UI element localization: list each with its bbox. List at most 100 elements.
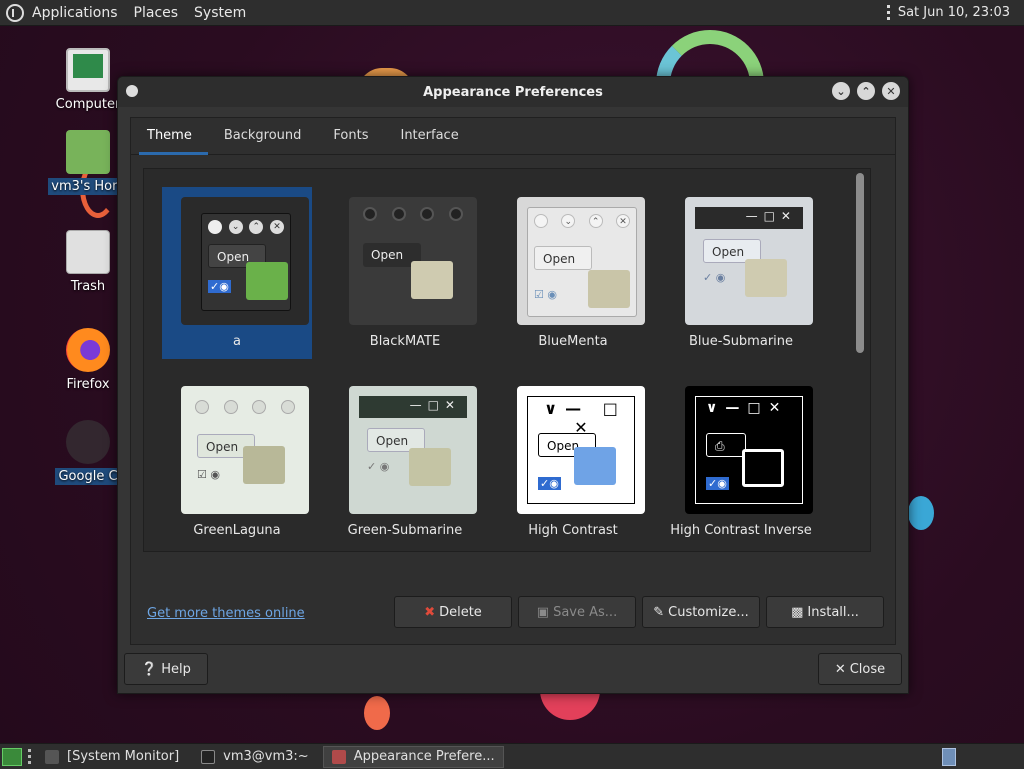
menu-system[interactable]: System [194,5,246,21]
tab-fonts[interactable]: Fonts [317,118,384,154]
task-terminal[interactable]: vm3@vm3:~ [193,746,317,768]
desktop-icon-label: Trash [70,279,106,294]
folder-icon [409,448,451,486]
delete-button[interactable]: ✖ Delete [394,596,512,628]
dialog-title: Appearance Preferences [423,84,603,100]
folder-icon [411,261,453,299]
terminal-icon [201,749,216,764]
close-button[interactable]: ✕ Close [818,653,902,685]
task-system-monitor[interactable]: [System Monitor] [37,746,187,768]
tab-theme[interactable]: Theme [131,118,208,155]
window-button-icon [448,207,463,221]
get-more-themes-link[interactable]: Get more themes online [147,606,305,621]
theme-item-blackmate[interactable]: Open BlackMATE [330,187,480,359]
help-icon: ❔ [141,662,158,677]
checkbox-icon: ✓ ◉ [703,271,726,284]
theme-thumbnail: ⌄ ⌃ ✕ Open ✓◉ [181,197,309,325]
menu-places[interactable]: Places [134,5,179,21]
theme-grid: ⌄ ⌃ ✕ Open ✓◉ a Open BlackMATE ⌄ ⌃ ✕ Ope… [143,168,871,552]
window-menu-icon [208,220,222,234]
theme-name: Green-Submarine [347,523,463,538]
theme-name: High Contrast [528,523,618,538]
mate-logo-icon[interactable] [6,3,24,22]
window-button-icon [195,400,209,414]
titlebar[interactable]: Appearance Preferences ⌄ ⌃ ✕ [118,77,908,107]
folder-icon [574,447,616,485]
open-button-preview: Open [534,246,592,270]
clock[interactable]: Sat Jun 10, 23:03 [898,5,1010,20]
theme-item-blue-submarine[interactable]: —□✕ Open ✓ ◉ Blue-Submarine [666,187,816,359]
open-button-icon-preview: ⎙ [706,433,746,457]
desktop-icon-chrome[interactable]: Google C [48,420,128,485]
theme-thumbnail: ⌄ ⌃ ✕ Open ☑ ◉ [517,197,645,325]
window-controls-icon: —□✕ [745,209,797,223]
firefox-icon [66,328,110,372]
theme-thumbnail: ∨—□✕ ⎙ ✓◉ [685,386,813,514]
theme-item-a[interactable]: ⌄ ⌃ ✕ Open ✓◉ a [162,187,312,359]
window-controls: ⌄ ⌃ ✕ [832,82,900,100]
minimize-icon: ⌄ [561,214,576,228]
window-button-icon [391,207,406,221]
desktop-icon-label: vm3's Hom [48,178,128,195]
main-menu: Applications Places System [0,0,262,25]
desktop-icon-label: Firefox [66,377,110,392]
theme-thumbnail: ∨— □ ✕ Open ✓◉ [517,386,645,514]
maximize-icon: ⌃ [588,214,603,228]
theme-name: Blue-Submarine [688,334,794,349]
task-appearance-preferences[interactable]: Appearance Prefere... [322,745,504,768]
checkbox-icon: ✓◉ [538,477,561,490]
checkbox-icon: ☑ ◉ [197,468,220,481]
theme-name: High Contrast Inverse [670,523,812,538]
window-button-icon [420,207,435,221]
folder-icon [246,262,288,300]
install-icon: ▩ [791,605,804,620]
wallpaper-blob-red [364,696,390,730]
theme-item-greenlaguna[interactable]: Open ☑ ◉ GreenLaguna [162,376,312,548]
preferences-notebook: Theme Background Fonts Interface ⌄ ⌃ ✕ O… [130,117,896,645]
window-button-icon [223,400,238,414]
maximize-icon[interactable]: ⌃ [857,82,875,100]
close-icon[interactable]: ✕ [882,82,900,100]
titlebar-preview: —□✕ [359,396,467,418]
tab-interface[interactable]: Interface [384,118,474,154]
window-menu-icon[interactable] [126,85,138,97]
theme-thumbnail: Open ☑ ◉ [181,386,309,514]
checkbox-icon: ☑ ◉ [534,288,557,301]
theme-item-high-contrast-inverse[interactable]: ∨—□✕ ⎙ ✓◉ High Contrast Inverse [666,376,816,548]
maximize-icon: ⌃ [249,220,264,234]
home-folder-icon [66,130,110,174]
minimize-icon[interactable]: ⌄ [832,82,850,100]
theme-thumbnail: Open [349,197,477,325]
window-controls-icon: ∨—□✕ [706,400,789,416]
desktop-icon-home[interactable]: vm3's Hom [48,130,128,195]
theme-name: a [233,334,241,349]
panel-handle-icon[interactable] [28,748,31,765]
tab-background[interactable]: Background [208,118,318,154]
window-button-icon [363,207,377,221]
menu-applications[interactable]: Applications [32,5,118,21]
theme-name: BlackMATE [369,334,441,349]
help-button[interactable]: ❔ Help [124,653,208,685]
checkbox-icon: ✓◉ [706,477,729,490]
folder-icon [745,259,787,297]
theme-item-bluementa[interactable]: ⌄ ⌃ ✕ Open ☑ ◉ BlueMenta [498,187,648,359]
install-button[interactable]: ▩ Install... [766,596,884,628]
window-preview: ∨—□✕ ⎙ ✓◉ [695,396,803,504]
theme-item-high-contrast[interactable]: ∨— □ ✕ Open ✓◉ High Contrast [498,376,648,548]
panel-handle-icon[interactable] [886,5,890,20]
customize-button[interactable]: ✎ Customize... [642,596,760,628]
show-desktop-icon[interactable] [2,747,22,766]
appearance-preferences-dialog: Appearance Preferences ⌄ ⌃ ✕ Theme Backg… [117,76,909,694]
save-as-button[interactable]: ▣ Save As... [518,596,636,628]
theme-grid-scrollbar[interactable] [856,173,864,353]
close-icon: ✕ [834,662,846,677]
folder-icon [588,270,630,308]
folder-icon [243,446,285,484]
folder-icon [742,449,784,487]
theme-item-green-submarine[interactable]: —□✕ Open ✓ ◉ Green-Submarine [330,376,480,548]
wallpaper-blob-cyan [908,496,934,530]
desktop-icon-firefox[interactable]: Firefox [48,328,128,393]
workspace-switcher[interactable] [942,747,956,766]
desktop-icon-computer[interactable]: Computer [48,48,128,113]
desktop-icon-trash[interactable]: Trash [48,230,128,295]
